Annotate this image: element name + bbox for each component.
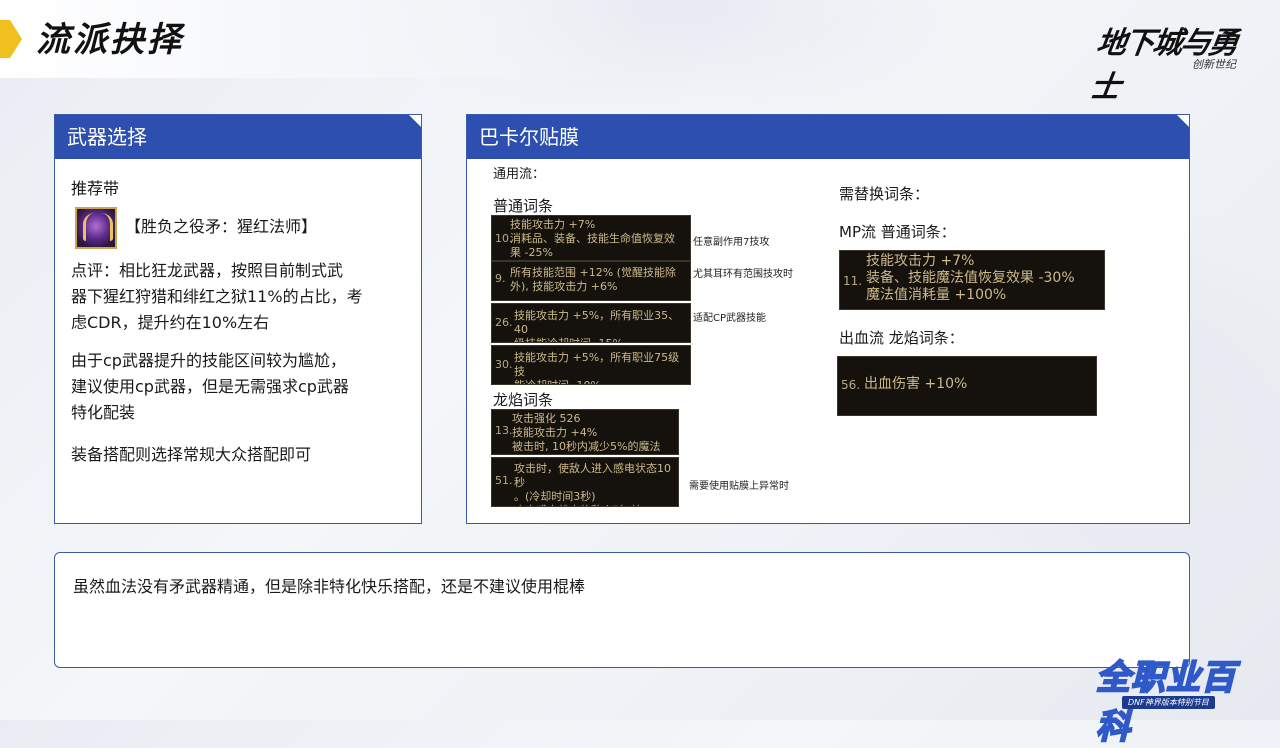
weapon-icon <box>75 207 117 249</box>
panel-title: 巴卡尔贴膜 <box>467 115 1189 159</box>
film-entry: 51. 攻击时，使敌人进入感电状态10秒 。(冷却时间3秒) 攻击感电状态的敌人… <box>491 457 679 507</box>
replace-label: 需替换词条： <box>839 185 930 203</box>
comment-line: 虑CDR，提升约在10%左右 <box>71 313 270 332</box>
film-entry: 26. 技能攻击力 +5%，所有职业35、40 级技能冷却时间 -15% <box>491 303 691 343</box>
film-entry: 30. 技能攻击力 +5%，所有职业75级技 能冷却时间 -10% <box>491 345 691 385</box>
normal-label: 普通词条 <box>493 197 554 215</box>
title-bar: 流派抉择 <box>0 0 640 78</box>
entry-number: 26. <box>495 316 513 329</box>
entry-number: 30. <box>495 358 513 371</box>
entry-text: 技能攻击力 +5%，所有职业35、40 级技能冷却时间 -15% <box>514 309 680 342</box>
entry-number: 56. <box>841 378 861 392</box>
cp-line: 由于cp武器提升的技能区间较为尴尬， <box>71 351 346 370</box>
entry-text: 出血伤害 +10% <box>864 376 968 392</box>
entry-note: 适配CP武器技能 <box>693 313 767 324</box>
entry-text: 技能攻击力 +7% 装备、技能魔法值恢复效果 -30% 魔法值消耗量 +100% <box>866 253 1075 303</box>
entry-text: 攻击强化 526 技能攻击力 +4% 被击时, 10秒内减少5%的魔法值.. <box>512 412 661 453</box>
program-badge: 全职业百科 DNF神界版本特别节目 <box>1095 650 1266 748</box>
chevron-right-icon <box>0 20 22 58</box>
entry-text: 技能攻击力 +7% 消耗品、装备、技能生命值恢复效 果 -25% <box>510 218 675 259</box>
bleed-label: 出血流 龙焰词条： <box>839 329 964 347</box>
entry-number: 51. <box>495 474 513 487</box>
panel-title: 武器选择 <box>55 115 421 159</box>
cp-line: 建议使用cp武器，但是无需强求cp武器 <box>71 377 349 396</box>
game-logo: 地下城与勇士 创新世纪 <box>1088 14 1244 105</box>
film-entry: 9. 所有技能范围 +12% (觉醒技能除 外), 技能攻击力 +6% <box>491 261 691 301</box>
film-entry: 13. 攻击强化 526 技能攻击力 +4% 被击时, 10秒内减少5%的魔法值… <box>491 409 679 455</box>
summary-panel: 虽然血法没有矛武器精通，但是除非特化快乐搭配，还是不建议使用棍棒 <box>54 552 1190 668</box>
general-label: 通用流： <box>493 167 546 182</box>
entry-number: 11. <box>843 274 863 288</box>
entry-number: 13. <box>495 424 513 437</box>
mp-film-entry: 11. 技能攻击力 +7% 装备、技能魔法值恢复效果 -30% 魔法值消耗量 +… <box>839 250 1105 310</box>
entry-note: 尤其耳环有范围技攻时 <box>693 269 793 280</box>
mp-label: MP流 普通词条： <box>839 223 956 241</box>
weapon-choice-panel: 武器选择 推荐带 【胜负之役矛：猩红法师】 点评：相比狂龙武器，按照目前制式武 … <box>54 114 422 524</box>
summary-text: 虽然血法没有矛武器精通，但是除非特化快乐搭配，还是不建议使用棍棒 <box>73 577 586 596</box>
logo-subtitle: 创新世纪 <box>1192 58 1236 71</box>
bakal-film-panel: 巴卡尔贴膜 通用流： 普通词条 10. 技能攻击力 +7% 消耗品、装备、技能生… <box>466 114 1190 524</box>
film-entry: 10. 技能攻击力 +7% 消耗品、装备、技能生命值恢复效 果 -25% <box>491 215 691 261</box>
entry-note: 需要使用贴膜上异常时 <box>689 481 789 492</box>
page-title: 流派抉择 <box>36 20 184 60</box>
entry-note: 任意副作用7技攻 <box>693 237 770 248</box>
entry-text: 所有技能范围 +12% (觉醒技能除 外), 技能攻击力 +6% <box>510 266 676 293</box>
dragon-label: 龙焰词条 <box>493 391 554 409</box>
badge-subtitle: DNF神界版本特别节目 <box>1122 696 1215 709</box>
recommend-label: 推荐带 <box>71 179 120 198</box>
comment-line: 器下猩红狩猎和绯红之狱11%的占比，考 <box>71 287 363 306</box>
gear-line: 装备搭配则选择常规大众搭配即可 <box>71 445 312 464</box>
comment-line: 点评：相比狂龙武器，按照目前制式武 <box>71 261 344 280</box>
weapon-name: 【胜负之役矛：猩红法师】 <box>125 217 318 236</box>
entry-text: 攻击时，使敌人进入感电状态10秒 。(冷却时间3秒) 攻击感电状态的敌人时, 技… <box>514 462 671 506</box>
cp-line: 特化配装 <box>71 403 136 422</box>
entry-number: 9. <box>495 272 506 285</box>
entry-text: 技能攻击力 +5%，所有职业75级技 能冷却时间 -10% <box>514 351 680 384</box>
bleed-film-entry: 56. 出血伤害 +10% <box>837 356 1097 416</box>
